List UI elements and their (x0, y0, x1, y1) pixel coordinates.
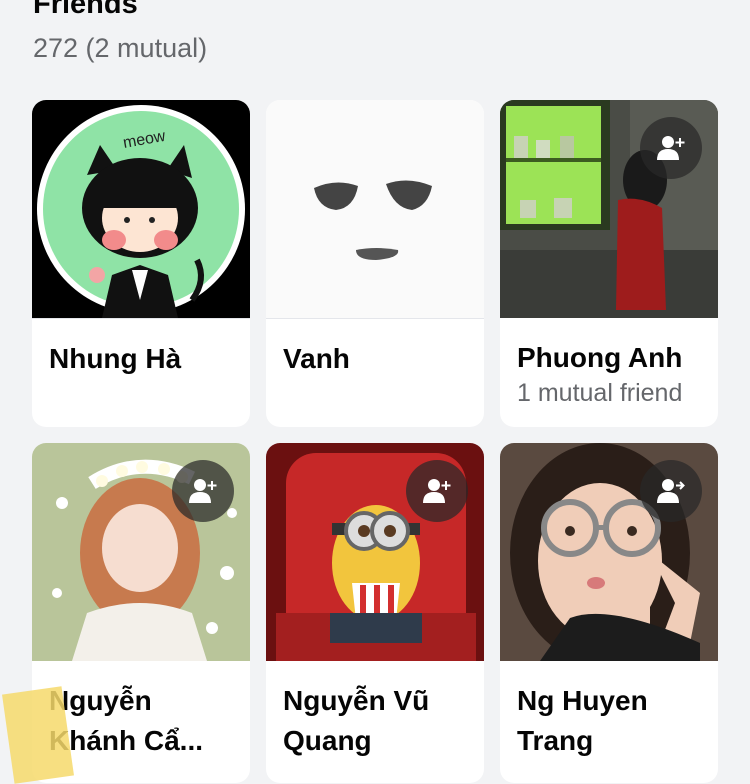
friends-header: Friends 272 (2 mutual) (33, 0, 207, 64)
friend-count: 272 (2 mutual) (33, 33, 208, 63)
friend-name[interactable]: Nguyễn Khánh Cẩ... (49, 681, 234, 761)
friend-name[interactable]: Nguyễn Vũ Quang (283, 681, 468, 761)
add-friend-icon (657, 136, 685, 160)
friend-avatar[interactable] (266, 443, 484, 661)
add-friend-icon (423, 479, 451, 503)
friend-avatar[interactable] (500, 443, 718, 661)
add-friend-button[interactable] (406, 460, 468, 522)
add-friend-button[interactable] (172, 460, 234, 522)
friend-name[interactable]: Vanh (283, 339, 468, 379)
add-friend-icon (189, 479, 217, 503)
friend-avatar[interactable] (266, 100, 484, 318)
friend-card[interactable]: Ng Huyen Trang (500, 443, 718, 783)
friend-name[interactable]: Ng Huyen Trang (517, 681, 702, 761)
add-friend-icon (657, 479, 685, 503)
friend-mutual: 1 mutual friend (517, 379, 683, 407)
friend-avatar[interactable] (500, 100, 718, 318)
add-friend-button[interactable] (640, 460, 702, 522)
add-friend-button[interactable] (640, 117, 702, 179)
friend-card[interactable]: Nguyễn Vũ Quang (266, 443, 484, 783)
friend-name[interactable]: Phuong Anh (517, 338, 702, 378)
sticky-note-overlay (2, 686, 74, 784)
friend-name[interactable]: Nhung Hà (49, 339, 234, 379)
friend-card[interactable]: meow Nhung Hà (32, 100, 250, 427)
friend-avatar[interactable] (32, 443, 250, 661)
friend-card[interactable]: Phuong Anh 1 mutual friend (500, 100, 718, 427)
friend-card[interactable]: Vanh (266, 100, 484, 427)
page-title: Friends (33, 0, 138, 20)
friend-avatar[interactable]: meow (32, 100, 250, 318)
